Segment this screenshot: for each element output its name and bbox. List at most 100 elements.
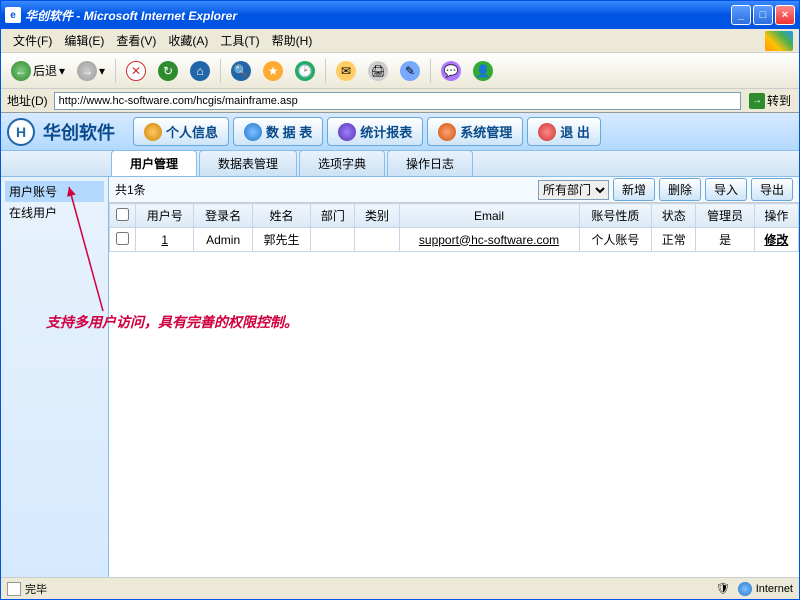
print-button[interactable]: 🖨	[364, 59, 392, 83]
col-admin[interactable]: 管理员	[696, 204, 754, 228]
nav-personal-info[interactable]: 个人信息	[133, 117, 229, 146]
tab-row: 用户管理 数据表管理 选项字典 操作日志	[1, 151, 799, 177]
nav-data-table[interactable]: 数 据 表	[233, 117, 323, 146]
history-button[interactable]: 🕑	[291, 59, 319, 83]
stop-button[interactable]: ✕	[122, 59, 150, 83]
window-title: 华创软件 - Microsoft Internet Explorer	[25, 7, 731, 24]
internet-zone[interactable]: Internet	[738, 582, 793, 596]
maximize-button[interactable]: □	[753, 5, 773, 25]
messenger-button[interactable]: 👤	[469, 59, 497, 83]
row-checkbox[interactable]	[116, 232, 129, 245]
select-all-checkbox[interactable]	[116, 208, 129, 221]
refresh-icon: ↻	[158, 61, 178, 81]
content-area: H 华创软件 个人信息 数 据 表 统计报表 系统管理 退 出 用户管理 数据表…	[1, 113, 799, 577]
favorites-button[interactable]: ★	[259, 59, 287, 83]
user-table: 用户号 登录名 姓名 部门 类别 Email 账号性质 状态 管理员 操作	[109, 203, 799, 252]
search-button[interactable]: 🔍	[227, 59, 255, 83]
app-header: H 华创软件 个人信息 数 据 表 统计报表 系统管理 退 出	[1, 113, 799, 151]
col-userid[interactable]: 用户号	[136, 204, 194, 228]
table-header-row: 用户号 登录名 姓名 部门 类别 Email 账号性质 状态 管理员 操作	[110, 204, 799, 228]
page-icon	[7, 582, 21, 596]
back-button[interactable]: ← 后退 ▾	[7, 59, 69, 83]
print-icon: 🖨	[368, 61, 388, 81]
zone-label: Internet	[756, 583, 793, 595]
shield-icon: 🛡	[716, 582, 730, 595]
nav-exit[interactable]: 退 出	[527, 117, 601, 146]
discuss-button[interactable]: 💬	[437, 59, 465, 83]
col-checkbox	[110, 204, 136, 228]
dropdown-icon: ▾	[99, 64, 105, 78]
col-acct-type[interactable]: 账号性质	[579, 204, 652, 228]
menu-favorites[interactable]: 收藏(A)	[162, 30, 214, 51]
exit-icon	[538, 123, 556, 141]
refresh-button[interactable]: ↻	[154, 59, 182, 83]
app-logo-icon: H	[7, 118, 35, 146]
export-button[interactable]: 导出	[751, 178, 793, 201]
col-login[interactable]: 登录名	[194, 204, 252, 228]
side-item-online[interactable]: 在线用户	[5, 202, 104, 223]
import-button[interactable]: 导入	[705, 178, 747, 201]
ie-logo-icon	[765, 31, 793, 51]
messenger-icon: 👤	[473, 61, 493, 81]
toolbar: ← 后退 ▾ → ▾ ✕ ↻ ⌂ 🔍 ★ 🕑 ✉ 🖨 ✎ 💬 👤	[1, 53, 799, 89]
close-button[interactable]: ×	[775, 5, 795, 25]
dropdown-icon: ▾	[59, 64, 65, 78]
cell-type	[355, 228, 399, 252]
minimize-button[interactable]: _	[731, 5, 751, 25]
gear-icon	[438, 123, 456, 141]
side-panel: 用户账号 在线用户	[1, 177, 109, 577]
nav-label: 统计报表	[360, 122, 412, 141]
ie-icon: e	[5, 7, 21, 23]
star-icon: ★	[263, 61, 283, 81]
cell-modify-link[interactable]: 修改	[764, 233, 788, 247]
back-label: 后退	[33, 62, 57, 79]
menu-file[interactable]: 文件(F)	[7, 30, 58, 51]
cell-admin: 是	[696, 228, 754, 252]
edit-icon: ✎	[400, 61, 420, 81]
table-toolbar: 共1条 所有部门 新增 删除 导入 导出	[109, 177, 799, 203]
go-button[interactable]: → 转到	[745, 92, 795, 109]
dept-filter-select[interactable]: 所有部门	[538, 180, 609, 200]
menu-tools[interactable]: 工具(T)	[214, 30, 265, 51]
edit-button[interactable]: ✎	[396, 59, 424, 83]
nav-statistics[interactable]: 统计报表	[327, 117, 423, 146]
col-name[interactable]: 姓名	[252, 204, 310, 228]
col-type[interactable]: 类别	[355, 204, 399, 228]
nav-system-mgmt[interactable]: 系统管理	[427, 117, 523, 146]
discuss-icon: 💬	[441, 61, 461, 81]
nav-label: 数 据 表	[266, 122, 312, 141]
cell-login: Admin	[194, 228, 252, 252]
side-item-accounts[interactable]: 用户账号	[5, 181, 104, 202]
mail-button[interactable]: ✉	[332, 59, 360, 83]
tab-oplog[interactable]: 操作日志	[387, 150, 473, 176]
forward-icon: →	[77, 61, 97, 81]
delete-button[interactable]: 删除	[659, 178, 701, 201]
search-icon: 🔍	[231, 61, 251, 81]
nav-label: 个人信息	[166, 122, 218, 141]
separator	[115, 59, 116, 83]
security-zone[interactable]: 🛡	[716, 582, 730, 595]
tab-table-mgmt[interactable]: 数据表管理	[199, 150, 297, 176]
home-icon: ⌂	[190, 61, 210, 81]
menu-view[interactable]: 查看(V)	[110, 30, 162, 51]
address-input[interactable]	[54, 92, 741, 110]
cell-email[interactable]: support@hc-software.com	[419, 233, 559, 247]
separator	[325, 59, 326, 83]
forward-button[interactable]: → ▾	[73, 59, 109, 83]
add-button[interactable]: 新增	[613, 178, 655, 201]
app-brand: 华创软件	[43, 119, 115, 145]
data-icon	[244, 123, 262, 141]
col-ops[interactable]: 操作	[754, 204, 798, 228]
go-icon: →	[749, 93, 765, 109]
col-dept[interactable]: 部门	[311, 204, 355, 228]
nav-label: 退 出	[560, 122, 590, 141]
tab-user-mgmt[interactable]: 用户管理	[111, 150, 197, 176]
main-row: 用户账号 在线用户 共1条 所有部门 新增 删除 导入 导出	[1, 177, 799, 577]
col-email[interactable]: Email	[399, 204, 579, 228]
tab-dictionary[interactable]: 选项字典	[299, 150, 385, 176]
col-status[interactable]: 状态	[652, 204, 696, 228]
menu-help[interactable]: 帮助(H)	[266, 30, 319, 51]
home-button[interactable]: ⌂	[186, 59, 214, 83]
cell-userid[interactable]: 1	[161, 233, 168, 247]
menu-edit[interactable]: 编辑(E)	[58, 30, 110, 51]
